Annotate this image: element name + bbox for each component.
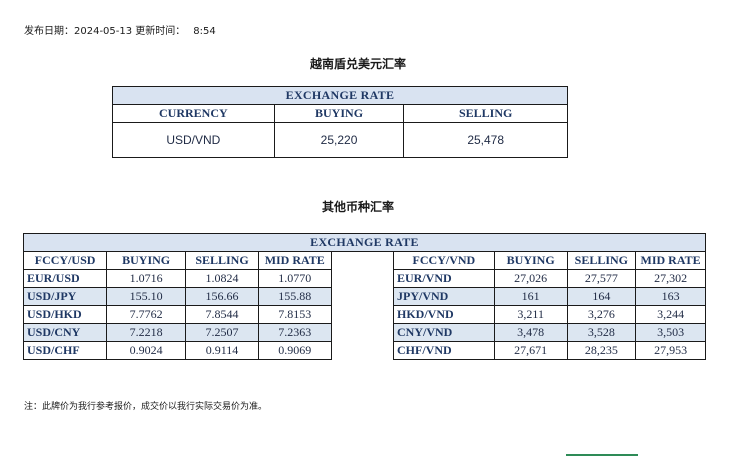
right-selling: 3,276 (566, 305, 637, 324)
right-selling: 164 (566, 287, 637, 306)
left-pair: EUR/USD (22, 269, 108, 288)
col-left-selling: SELLING (185, 251, 259, 270)
table-row: USD/CHF 0.9024 0.9114 0.9069 CHF/VND 27,… (22, 341, 706, 360)
column-gap (330, 341, 394, 360)
right-mid: 27,302 (635, 269, 706, 288)
column-gap (330, 269, 394, 288)
publish-time: 8:54 (193, 26, 216, 37)
buying-rate: 25,220 (273, 122, 405, 158)
col-currency: CURRENCY (112, 104, 275, 123)
table-row: EUR/USD 1.0716 1.0824 1.0770 EUR/VND 27,… (22, 269, 706, 288)
left-selling: 7.2507 (185, 323, 259, 342)
column-gap (330, 287, 394, 306)
left-mid: 155.88 (257, 287, 332, 306)
right-pair: JPY/VND (392, 287, 495, 306)
right-selling: 3,528 (566, 323, 637, 342)
right-mid: 3,503 (635, 323, 706, 342)
col-right-selling: SELLING (566, 251, 637, 270)
accent-divider (566, 454, 638, 456)
table-header-band-row: EXCHANGE RATE (23, 233, 706, 252)
right-mid: 163 (635, 287, 706, 306)
right-buying: 27,671 (493, 341, 568, 360)
left-buying: 7.2218 (106, 323, 187, 342)
left-selling: 0.9114 (185, 341, 259, 360)
left-pair: USD/HKD (22, 305, 108, 324)
currency-pair: USD/VND (112, 122, 275, 158)
right-buying: 3,211 (493, 305, 568, 324)
right-mid: 3,244 (635, 305, 706, 324)
left-buying: 1.0716 (106, 269, 187, 288)
left-buying: 7.7762 (106, 305, 187, 324)
right-pair: CHF/VND (392, 341, 495, 360)
col-left-mid-rate: MID RATE (257, 251, 332, 270)
right-pair: CNY/VND (392, 323, 495, 342)
table-row: USD/VND 25,220 25,478 (112, 122, 568, 158)
main-section-title: 越南盾兑美元汇率 (310, 57, 407, 71)
disclaimer-note: 注：此牌价为我行参考报价，成交价以我行实际交易价为准。 (24, 402, 268, 412)
col-right-mid-rate: MID RATE (635, 251, 706, 270)
other-section-title: 其他币种汇率 (322, 200, 395, 214)
left-selling: 156.66 (185, 287, 259, 306)
usd-vnd-rate-table: EXCHANGE RATE CURRENCY BUYING SELLING US… (112, 86, 568, 158)
left-mid: 1.0770 (257, 269, 332, 288)
exchange-rate-band: EXCHANGE RATE (112, 86, 568, 105)
right-buying: 3,478 (493, 323, 568, 342)
publish-label: 发布日期：2024-05-13 更新时间： (24, 26, 186, 37)
table-row: USD/HKD 7.7762 7.8544 7.8153 HKD/VND 3,2… (22, 305, 706, 324)
left-pair: USD/JPY (22, 287, 108, 306)
column-gap (330, 251, 394, 270)
exchange-rate-band: EXCHANGE RATE (23, 233, 706, 252)
left-mid: 0.9069 (257, 341, 332, 360)
left-buying: 155.10 (106, 287, 187, 306)
left-mid: 7.2363 (257, 323, 332, 342)
table-row: USD/JPY 155.10 156.66 155.88 JPY/VND 161… (22, 287, 706, 306)
col-fccy-vnd: FCCY/VND (392, 251, 495, 270)
column-header-row: CURRENCY BUYING SELLING (112, 104, 568, 123)
right-selling: 28,235 (566, 341, 637, 360)
other-currency-rate-table: EXCHANGE RATE FCCY/USD BUYING SELLING MI… (22, 233, 706, 360)
right-pair: EUR/VND (392, 269, 495, 288)
right-selling: 27,577 (566, 269, 637, 288)
column-header-row: FCCY/USD BUYING SELLING MID RATE FCCY/VN… (22, 251, 706, 270)
left-selling: 1.0824 (185, 269, 259, 288)
right-buying: 27,026 (493, 269, 568, 288)
column-gap (330, 305, 394, 324)
left-selling: 7.8544 (185, 305, 259, 324)
selling-rate: 25,478 (403, 122, 568, 158)
col-right-buying: BUYING (493, 251, 568, 270)
left-buying: 0.9024 (106, 341, 187, 360)
right-pair: HKD/VND (392, 305, 495, 324)
col-left-buying: BUYING (106, 251, 187, 270)
right-buying: 161 (493, 287, 568, 306)
left-pair: USD/CNY (22, 323, 108, 342)
table-row: USD/CNY 7.2218 7.2507 7.2363 CNY/VND 3,4… (22, 323, 706, 342)
publish-info: 发布日期：2024-05-13 更新时间： 8:54 (24, 22, 216, 37)
right-mid: 27,953 (635, 341, 706, 360)
col-buying: BUYING (273, 104, 405, 123)
col-fccy-usd: FCCY/USD (22, 251, 108, 270)
table-header-band-row: EXCHANGE RATE (112, 86, 568, 105)
col-selling: SELLING (403, 104, 568, 123)
column-gap (330, 323, 394, 342)
left-mid: 7.8153 (257, 305, 332, 324)
left-pair: USD/CHF (22, 341, 108, 360)
